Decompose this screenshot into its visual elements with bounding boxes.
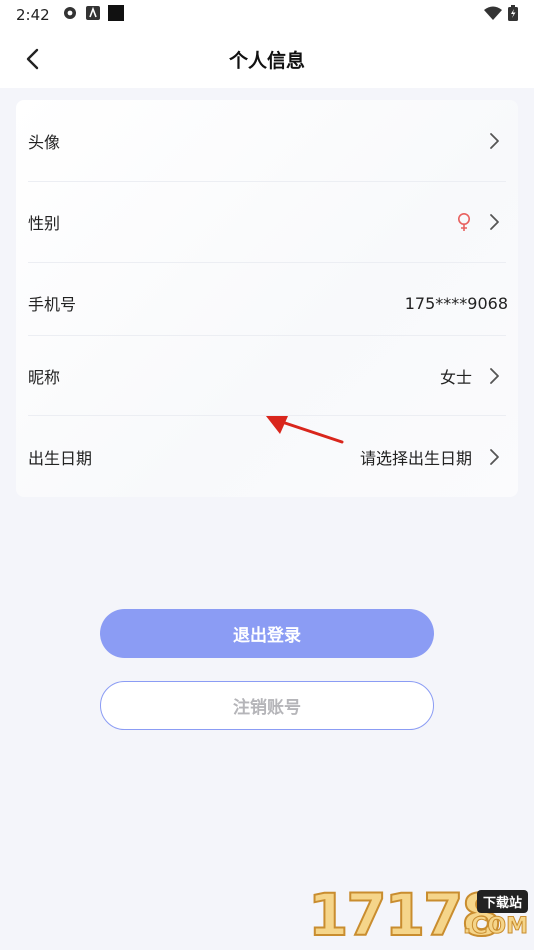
row-label-avatar: 头像: [28, 133, 61, 152]
logout-button[interactable]: 退出登录: [100, 609, 434, 658]
divider: [28, 181, 506, 182]
row-label-birthday: 出生日期: [28, 449, 93, 468]
chevron-right-icon: [484, 365, 506, 387]
status-bar: 2:42: [0, 0, 534, 30]
wifi-icon: [484, 6, 502, 24]
row-label-phone: 手机号: [28, 295, 77, 314]
chevron-right-icon: [484, 446, 506, 468]
watermark-domain: .COM: [462, 914, 528, 940]
divider: [28, 335, 506, 336]
row-nickname[interactable]: 昵称 女士: [28, 355, 506, 397]
chevron-right-icon: [484, 211, 506, 233]
row-gender[interactable]: 性别: [28, 201, 506, 243]
row-phone: 手机号 175****9068: [28, 282, 508, 324]
row-value-phone: 175****9068: [404, 293, 508, 313]
top-bar: 个人信息: [0, 30, 534, 88]
a-icon: [85, 6, 100, 24]
watermark-tag: 下载站: [476, 890, 528, 913]
row-label-gender: 性别: [28, 214, 61, 233]
chevron-right-icon: [484, 130, 506, 152]
row-value-birthday: 请选择出生日期: [359, 449, 472, 468]
row-label-nickname: 昵称: [28, 368, 61, 387]
status-time: 2:42: [16, 6, 50, 24]
gear-icon: [62, 5, 78, 25]
deactivate-account-button[interactable]: 注销账号: [100, 681, 434, 730]
page-title: 个人信息: [228, 50, 305, 72]
row-avatar[interactable]: 头像: [28, 120, 506, 162]
square-icon: [107, 5, 124, 25]
annotation-arrow-icon: [266, 416, 344, 444]
female-icon: [456, 212, 472, 232]
battery-icon: [508, 5, 518, 25]
row-value-nickname: 女士: [439, 368, 472, 387]
divider: [28, 262, 506, 263]
watermark-logo: 17178 下载站 .COM: [307, 883, 534, 950]
